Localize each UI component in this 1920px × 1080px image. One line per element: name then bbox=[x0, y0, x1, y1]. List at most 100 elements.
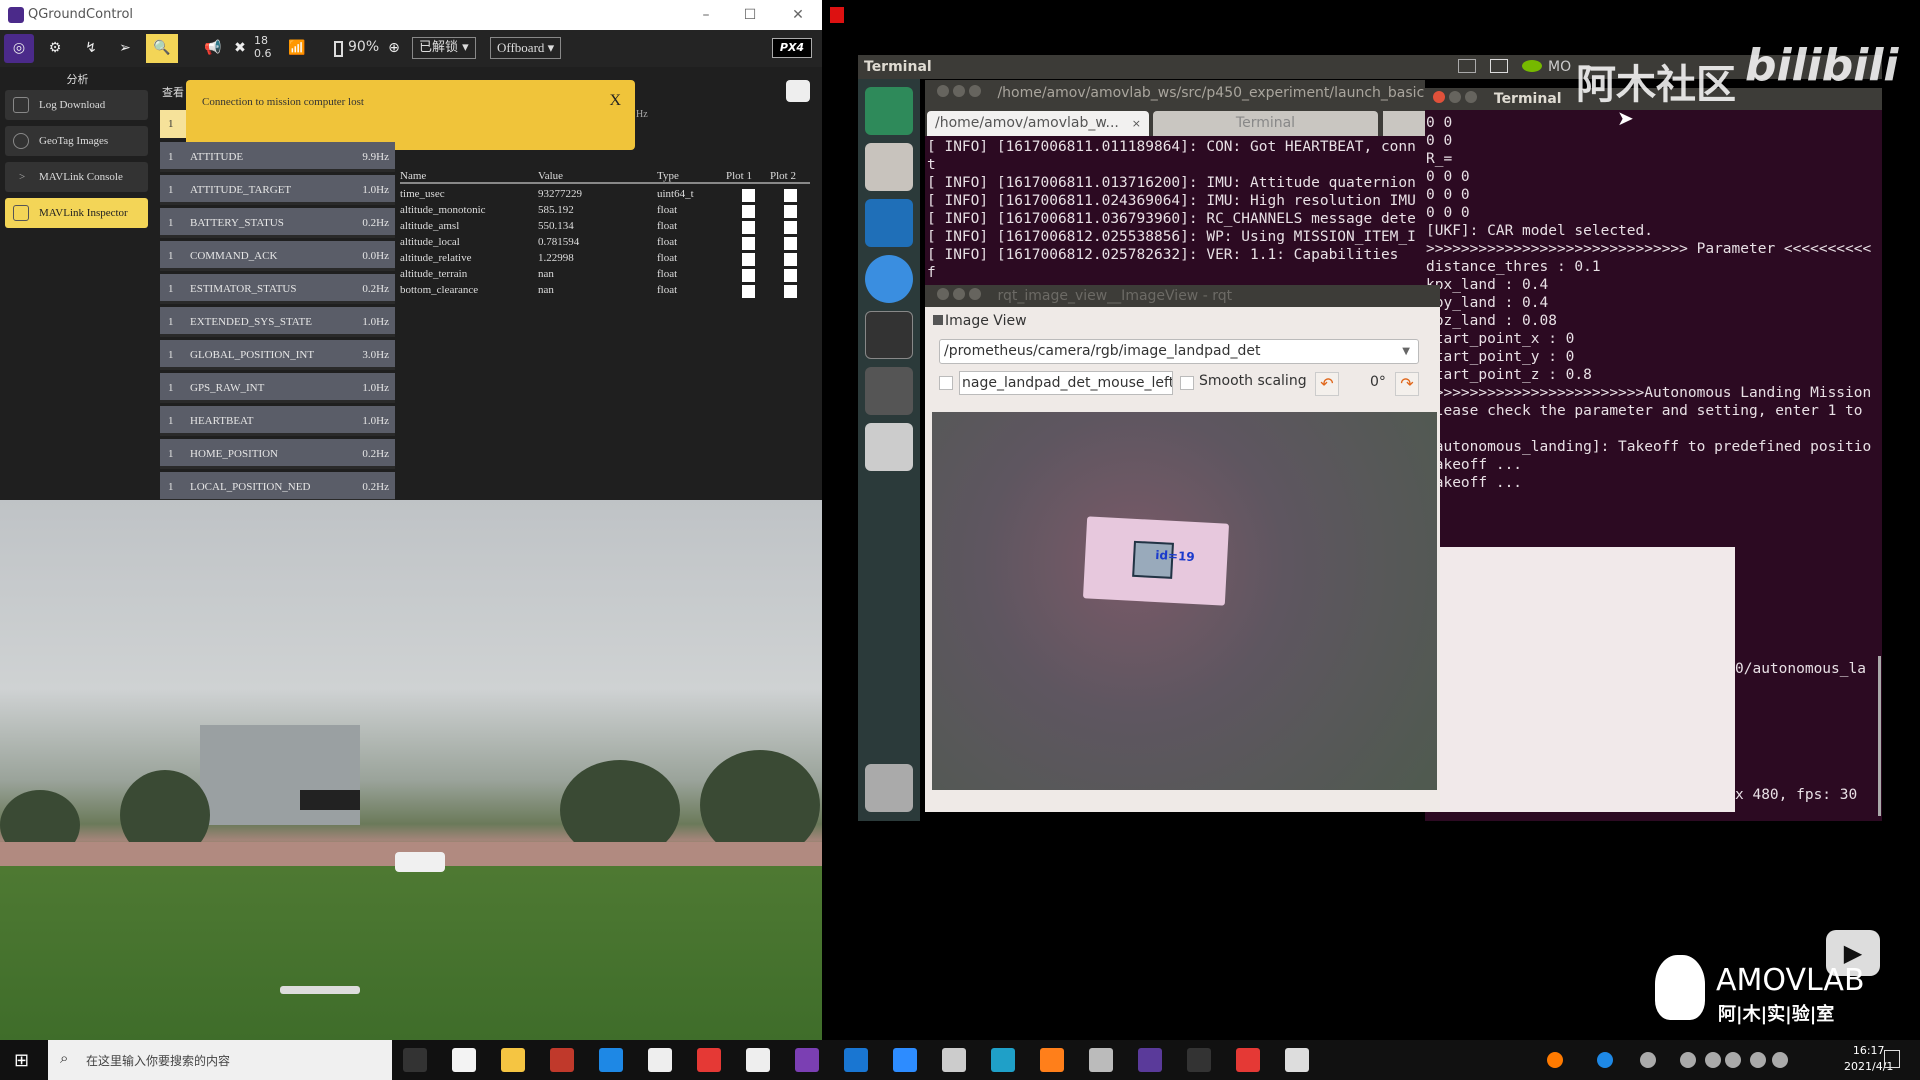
battery-icon[interactable] bbox=[334, 41, 343, 57]
flight-mode-dropdown[interactable]: Offboard ▾ bbox=[490, 37, 562, 59]
settings-gear-icon[interactable] bbox=[1285, 1048, 1309, 1072]
minimize-button[interactable]: – bbox=[686, 0, 726, 30]
app-icon[interactable] bbox=[942, 1048, 966, 1072]
plot1-checkbox[interactable] bbox=[742, 189, 755, 202]
app-icon[interactable] bbox=[844, 1048, 868, 1072]
plot1-checkbox[interactable] bbox=[742, 253, 755, 266]
tab-terminal-3[interactable] bbox=[1383, 111, 1425, 136]
app-icon[interactable] bbox=[599, 1048, 623, 1072]
app-icon[interactable] bbox=[1547, 1052, 1563, 1068]
mavlink-console-button[interactable]: > MAVLink Console bbox=[5, 162, 148, 192]
rotate-left-icon[interactable]: ↶ bbox=[1315, 372, 1339, 396]
store-icon[interactable] bbox=[452, 1048, 476, 1072]
app-icon[interactable] bbox=[697, 1048, 721, 1072]
plot1-checkbox[interactable] bbox=[742, 269, 755, 282]
trash-icon[interactable] bbox=[865, 764, 913, 812]
mavlink-message-row[interactable]: 1 GPS_RAW_INT 1.0Hz bbox=[160, 373, 395, 403]
plot1-checkbox[interactable] bbox=[742, 221, 755, 234]
windows-start-icon[interactable]: ⊞ bbox=[14, 1050, 29, 1071]
edge-icon[interactable] bbox=[991, 1048, 1015, 1072]
popout-window-icon[interactable] bbox=[786, 80, 810, 102]
rc-signal-icon[interactable]: 📶 bbox=[284, 34, 310, 63]
chevron-up-icon[interactable] bbox=[1680, 1052, 1696, 1068]
app-icon[interactable] bbox=[1089, 1048, 1113, 1072]
mouse-topic-input[interactable]: nage_landpad_det_mouse_left bbox=[959, 371, 1173, 395]
mavlink-message-row[interactable]: 1 GLOBAL_POSITION_INT 3.0Hz bbox=[160, 340, 395, 370]
notification-icon[interactable] bbox=[1884, 1050, 1900, 1068]
ubuntu-dash-icon[interactable] bbox=[865, 87, 913, 135]
files-icon[interactable] bbox=[865, 143, 913, 191]
fly-paper-plane-icon[interactable]: ➢ bbox=[110, 34, 140, 63]
topic-dropdown[interactable]: /prometheus/camera/rgb/image_landpad_det… bbox=[939, 339, 1419, 364]
terminal-icon[interactable] bbox=[865, 311, 913, 359]
maximize-button[interactable]: ☐ bbox=[730, 0, 770, 30]
plot2-checkbox[interactable] bbox=[784, 189, 797, 202]
mavlink-inspector-button[interactable]: MAVLink Inspector bbox=[5, 198, 148, 228]
zoom-icon[interactable] bbox=[893, 1048, 917, 1072]
terminal-icon[interactable] bbox=[1187, 1048, 1211, 1072]
gps-satellite-icon[interactable]: ✖ bbox=[230, 34, 250, 63]
taskbar-search-box[interactable]: ⌕ 在这里输入你要搜索的内容 bbox=[48, 1040, 392, 1080]
qgc-icon[interactable] bbox=[1138, 1048, 1162, 1072]
plot2-checkbox[interactable] bbox=[784, 205, 797, 218]
analyze-icon[interactable]: 🔍 bbox=[146, 34, 178, 63]
mavlink-message-row[interactable]: 1 ATTITUDE 9.9Hz bbox=[160, 142, 395, 172]
app-icon[interactable] bbox=[550, 1048, 574, 1072]
app-icon[interactable] bbox=[1236, 1048, 1260, 1072]
chromium-icon[interactable] bbox=[865, 255, 913, 303]
keyboard-icon[interactable] bbox=[1458, 59, 1476, 73]
mavlink-message-row[interactable]: 1 BATTERY_STATUS 0.2Hz bbox=[160, 208, 395, 238]
mavlink-message-row[interactable]: 1 EXTENDED_SYS_STATE 1.0Hz bbox=[160, 307, 395, 337]
volume-muted-icon[interactable] bbox=[1725, 1052, 1741, 1068]
plot2-checkbox[interactable] bbox=[784, 285, 797, 298]
system-monitor-icon[interactable] bbox=[1490, 59, 1508, 73]
help-icon[interactable] bbox=[1597, 1052, 1613, 1068]
megaphone-icon[interactable]: 📢 bbox=[200, 34, 226, 63]
network-icon[interactable] bbox=[1705, 1052, 1721, 1068]
mavlink-message-row[interactable]: 1 HOME_POSITION 0.2Hz bbox=[160, 439, 395, 469]
vscode-icon[interactable] bbox=[865, 199, 913, 247]
vehicle-setup-gear-icon[interactable]: ⚙ bbox=[40, 34, 70, 63]
drive-icon[interactable] bbox=[865, 423, 913, 471]
geotag-images-button[interactable]: GeoTag Images bbox=[5, 126, 148, 156]
close-button[interactable]: ✕ bbox=[778, 0, 818, 30]
gps-target-icon[interactable]: ⊕ bbox=[384, 34, 404, 63]
qgc-home-icon[interactable]: ◎ bbox=[4, 34, 34, 63]
log-download-button[interactable]: Log Download bbox=[5, 90, 148, 120]
plot2-checkbox[interactable] bbox=[784, 237, 797, 250]
maximize-window-button[interactable] bbox=[1465, 91, 1477, 103]
arm-state-dropdown[interactable]: 已解锁 ▾ bbox=[412, 37, 476, 59]
close-window-button[interactable] bbox=[1433, 91, 1445, 103]
mavlink-message-row[interactable]: 1 ATTITUDE_TARGET 1.0Hz bbox=[160, 175, 395, 205]
mavlink-message-row[interactable]: 1 COMMAND_ACK 0.0Hz bbox=[160, 241, 395, 271]
firefox-icon[interactable] bbox=[1040, 1048, 1064, 1072]
mavlink-message-row[interactable]: 1 ESTIMATOR_STATUS 0.2Hz bbox=[160, 274, 395, 304]
mouse-publish-checkbox[interactable] bbox=[939, 376, 953, 390]
mavlink-message-row[interactable]: 1 HEARTBEAT 1.0Hz bbox=[160, 406, 395, 436]
toast-close-button[interactable]: X bbox=[609, 92, 621, 110]
plot1-checkbox[interactable] bbox=[742, 237, 755, 250]
onenote-icon[interactable] bbox=[795, 1048, 819, 1072]
language-icon[interactable] bbox=[1772, 1052, 1788, 1068]
people-icon[interactable] bbox=[1640, 1052, 1656, 1068]
mavlink-message-row[interactable]: 1 LOCAL_POSITION_NED 0.2Hz bbox=[160, 472, 395, 502]
file-explorer-icon[interactable] bbox=[501, 1048, 525, 1072]
nvidia-icon[interactable] bbox=[1522, 60, 1542, 72]
rotate-right-icon[interactable]: ↷ bbox=[1395, 372, 1419, 396]
workspace-icon[interactable] bbox=[865, 367, 913, 415]
smooth-scaling-checkbox[interactable] bbox=[1180, 376, 1194, 390]
minimize-window-button[interactable] bbox=[1449, 91, 1461, 103]
camera-icon[interactable] bbox=[746, 1048, 770, 1072]
tab-terminal-1[interactable]: /home/amov/amovlab_w... × bbox=[927, 111, 1149, 136]
tab-terminal-2[interactable]: Terminal bbox=[1153, 111, 1378, 136]
task-view-icon[interactable] bbox=[403, 1048, 427, 1072]
plot1-checkbox[interactable] bbox=[742, 285, 755, 298]
plot1-checkbox[interactable] bbox=[742, 205, 755, 218]
plot2-checkbox[interactable] bbox=[784, 221, 797, 234]
terminal-scrollbar[interactable] bbox=[1878, 656, 1881, 816]
mail-icon[interactable] bbox=[648, 1048, 672, 1072]
plot2-checkbox[interactable] bbox=[784, 253, 797, 266]
plan-route-icon[interactable]: ↯ bbox=[76, 34, 106, 63]
battery-icon[interactable] bbox=[1750, 1052, 1766, 1068]
plot2-checkbox[interactable] bbox=[784, 269, 797, 282]
